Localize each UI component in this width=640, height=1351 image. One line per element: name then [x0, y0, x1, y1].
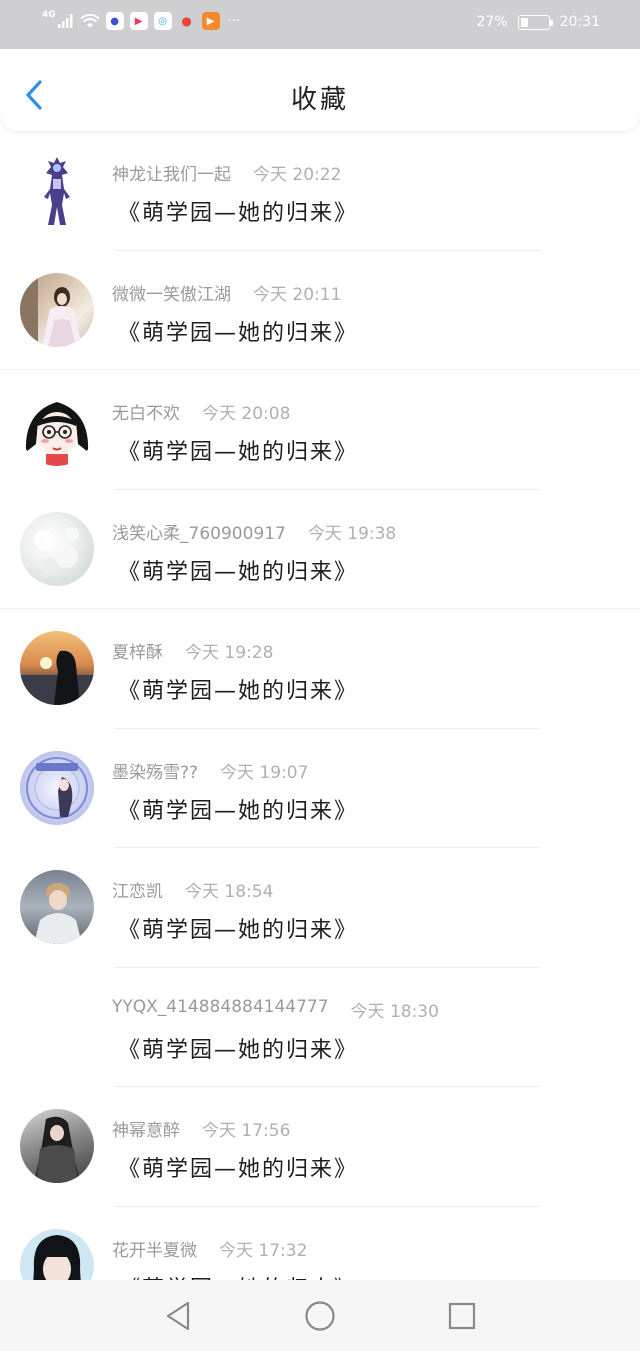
status-left: 4G ● ▶ ◎ ● ▶ ··· — [42, 10, 241, 30]
post-time: 今天 17:56 — [202, 1121, 291, 1141]
list-item[interactable]: 夏梓酥 今天 19:28 《萌学园—她的归来》 — [0, 609, 640, 729]
author-name[interactable]: 微微一笑傲江湖 — [112, 280, 231, 305]
figure-avatar[interactable] — [20, 153, 94, 227]
post-title[interactable]: 《萌学园—她的归来》 — [118, 673, 358, 705]
status-more: ··· — [227, 13, 241, 29]
post-title[interactable]: 《萌学园—她的归来》 — [118, 434, 358, 466]
status-app-1: ● — [105, 12, 124, 30]
triangle-back-icon — [166, 1301, 190, 1331]
post-time: 今天 19:28 — [185, 643, 274, 663]
item-meta: 夏梓酥 今天 19:28 — [112, 638, 273, 663]
author-name[interactable]: 神龙让我们一起 — [112, 160, 231, 185]
list-item[interactable]: 花开半夏微 今天 17:32 《萌学园—她的归来》 — [0, 1207, 640, 1281]
list-item[interactable]: 神龙让我们一起 今天 20:22 《萌学园—她的归来》 — [0, 131, 640, 251]
post-title[interactable]: 《萌学园—她的归来》 — [118, 195, 358, 227]
item-meta: 浅笑心柔_760900917 今天 19:38 — [112, 519, 396, 544]
battery-icon — [517, 14, 553, 30]
network-label: 4G — [42, 10, 56, 20]
status-app-5: ▶ — [201, 12, 220, 30]
list-item[interactable]: 微微一笑傲江湖 今天 20:11 《萌学园—她的归来》 — [0, 251, 640, 371]
post-title[interactable]: 《萌学园—她的归来》 — [118, 1151, 358, 1183]
dark-avatar[interactable] — [20, 1109, 94, 1183]
item-meta: 花开半夏微 今天 17:32 — [112, 1236, 307, 1261]
item-meta: 无白不欢 今天 20:08 — [112, 399, 290, 424]
item-meta: 墨染殇雪?? 今天 19:07 — [112, 758, 308, 783]
photo-avatar[interactable] — [20, 272, 94, 347]
author-name[interactable]: 花开半夏微 — [112, 1236, 197, 1261]
author-name[interactable]: 墨染殇雪?? — [112, 758, 198, 783]
anime-avatar[interactable] — [20, 750, 94, 825]
post-time: 今天 20:11 — [253, 284, 342, 305]
status-app-4: ● — [181, 14, 192, 28]
system-nav-bar — [0, 1280, 640, 1351]
wifi-icon — [79, 13, 100, 28]
battery-percent: 27% — [476, 14, 508, 30]
post-title[interactable]: 《萌学园—她的归来》 — [118, 912, 358, 944]
cartoon-avatar[interactable] — [20, 392, 94, 466]
pearl-avatar[interactable] — [20, 511, 94, 586]
item-meta: YYQX_414884884144777 今天 18:30 — [112, 997, 439, 1022]
item-meta: 神幂意醉 今天 17:56 — [112, 1116, 290, 1141]
nav-recents-button[interactable] — [444, 1298, 480, 1334]
status-time: 20:31 — [559, 14, 600, 30]
post-time: 今天 17:32 — [219, 1240, 308, 1261]
post-time: 今天 18:30 — [350, 1001, 439, 1022]
author-name[interactable]: 夏梓酥 — [112, 638, 163, 663]
post-time: 今天 18:54 — [185, 882, 274, 902]
list-item[interactable]: YYQX_414884884144777 今天 18:30 《萌学园—她的归来》 — [0, 968, 640, 1088]
post-title[interactable]: 《萌学园—她的归来》 — [118, 1032, 358, 1064]
status-app-2: ▶ — [129, 12, 148, 30]
status-app-3: ◎ — [153, 12, 172, 30]
list-item[interactable]: 浅笑心柔_760900917 今天 19:38 《萌学园—她的归来》 — [0, 490, 640, 610]
list-item[interactable]: 无白不欢 今天 20:08 《萌学园—她的归来》 — [0, 370, 640, 490]
post-time: 今天 19:38 — [307, 523, 397, 544]
list-item[interactable]: 江恋凯 今天 18:54 《萌学园—她的归来》 — [0, 848, 640, 968]
signal-icon — [57, 14, 73, 28]
item-meta: 微微一笑傲江湖 今天 20:11 — [112, 280, 341, 305]
sunset-avatar[interactable] — [20, 631, 94, 705]
post-title[interactable]: 《萌学园—她的归来》 — [118, 554, 358, 586]
author-name[interactable]: 无白不欢 — [112, 399, 180, 424]
status-bar: 4G ● ▶ ◎ ● ▶ ··· 27% 20:31 — [0, 0, 640, 49]
author-name[interactable]: 神幂意醉 — [112, 1116, 180, 1141]
boy-avatar[interactable] — [20, 870, 94, 944]
square-recents-icon — [448, 1302, 476, 1330]
nav-back-button[interactable] — [160, 1298, 196, 1334]
author-name[interactable]: YYQX_414884884144777 — [112, 997, 329, 1022]
page-title: 收藏 — [290, 85, 349, 115]
item-meta: 神龙让我们一起 今天 20:22 — [112, 160, 341, 185]
circle-home-icon — [305, 1301, 335, 1331]
girl-avatar[interactable] — [20, 1228, 94, 1280]
status-right: 27% 20:31 — [477, 14, 600, 30]
post-title[interactable]: 《萌学园—她的归来》 — [118, 315, 358, 347]
favorites-list: 神龙让我们一起 今天 20:22 《萌学园—她的归来》 微微一笑傲江湖 今天 2… — [0, 131, 640, 1280]
post-time: 今天 20:08 — [202, 404, 291, 424]
item-meta: 江恋凯 今天 18:54 — [112, 877, 273, 902]
author-name[interactable]: 浅笑心柔_760900917 — [112, 519, 286, 544]
post-title[interactable]: 《萌学园—她的归来》 — [118, 793, 358, 825]
post-title[interactable]: 《萌学园—她的归来》 — [118, 1271, 358, 1281]
post-time: 今天 19:07 — [220, 762, 309, 783]
nav-home-button[interactable] — [302, 1298, 338, 1334]
header: 收藏 — [0, 49, 640, 131]
list-item[interactable]: 墨染殇雪?? 今天 19:07 《萌学园—她的归来》 — [0, 729, 640, 849]
blank-avatar[interactable] — [20, 989, 94, 1064]
list-item[interactable]: 神幂意醉 今天 17:56 《萌学园—她的归来》 — [0, 1087, 640, 1207]
post-time: 今天 20:22 — [253, 165, 342, 185]
author-name[interactable]: 江恋凯 — [112, 877, 163, 902]
